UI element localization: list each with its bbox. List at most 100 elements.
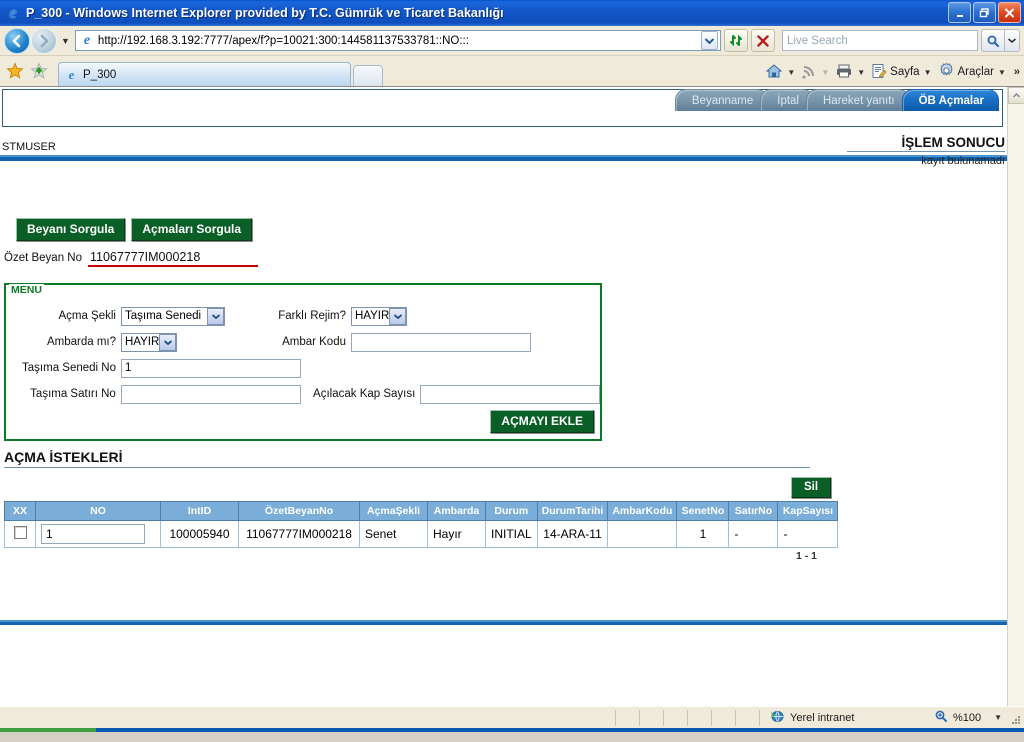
tools-menu-button[interactable]: Araçlar ▼ — [938, 62, 1006, 82]
tab-hareket-yaniti[interactable]: Hareket yanıtı — [806, 89, 910, 111]
search-placeholder: Live Search — [787, 34, 848, 47]
acma-sekli-select[interactable]: Taşıma Senedi — [121, 306, 225, 326]
col-ambarkodu[interactable]: AmbarKodu — [607, 501, 678, 521]
stop-button[interactable] — [751, 29, 775, 52]
menu-row-3: Taşıma Senedi No 1 — [6, 355, 600, 381]
resize-grip[interactable] — [1010, 714, 1022, 726]
chevron-down-icon[interactable] — [389, 307, 406, 325]
page-menu-button[interactable]: Sayfa ▼ — [871, 63, 932, 82]
col-kapsayisi[interactable]: KapSayısı — [777, 501, 839, 521]
scrollbar-track[interactable] — [1008, 104, 1024, 706]
menu-row-2: Ambarda mı? HAYIR Ambar Kodu — [6, 329, 600, 355]
zoom-caret-icon[interactable]: ▼ — [994, 713, 1002, 722]
tasima-satiri-no-input[interactable] — [120, 384, 301, 404]
delete-button-wrap: Sil — [791, 477, 832, 498]
home-button[interactable]: ▼ — [765, 63, 795, 82]
requests-section-title: AÇMA İSTEKLERİ — [4, 449, 810, 468]
browser-tab-label: P_300 — [83, 68, 117, 81]
browser-tab-p300[interactable]: e P_300 — [58, 62, 351, 86]
address-input[interactable]: e http://192.168.3.192:7777/apex/f?p=100… — [74, 30, 721, 51]
row-durumtarihi: 14-ARA-11 — [536, 520, 609, 548]
acma-sekli-label: Açma Şekli — [58, 310, 116, 322]
forward-button[interactable] — [31, 27, 57, 54]
summary-declaration-label: Özet Beyan No — [4, 252, 82, 264]
col-acmasekli[interactable]: AçmaŞekli — [359, 501, 428, 521]
window-controls — [948, 2, 1021, 23]
farkli-rejim-value: HAYIR — [355, 310, 390, 322]
search-input[interactable]: Live Search — [782, 30, 978, 51]
page-menu-label: Sayfa — [890, 66, 920, 78]
query-openings-button[interactable]: Açmaları Sorgula — [131, 218, 253, 241]
add-opening-button[interactable]: AÇMAYI EKLE — [490, 410, 594, 433]
summary-declaration-input[interactable]: 11067777IM000218 — [87, 250, 258, 267]
delete-button[interactable]: Sil — [791, 477, 832, 498]
print-button[interactable]: ▼ — [835, 63, 865, 82]
security-zone-label: Yerel intranet — [790, 711, 855, 724]
command-bar-overflow-button[interactable]: » — [1014, 66, 1020, 78]
page-menu-caret-icon[interactable]: ▼ — [924, 68, 932, 77]
row-no-cell: 1 — [35, 520, 161, 548]
row-intid: 100005940 — [160, 520, 239, 548]
tab-beyanname-label: Beyanname — [691, 94, 754, 107]
farkli-rejim-label: Farklı Rejim? — [278, 310, 346, 322]
history-dropdown-icon[interactable]: ▼ — [61, 36, 70, 46]
scroll-up-button[interactable] — [1008, 87, 1024, 104]
restore-button[interactable] — [973, 2, 996, 23]
security-zone[interactable]: Yerel intranet — [770, 709, 854, 726]
col-durum[interactable]: Durum — [485, 501, 538, 521]
col-intid[interactable]: IntID — [160, 501, 239, 521]
chevron-down-icon[interactable] — [159, 333, 176, 351]
back-button[interactable] — [4, 27, 30, 54]
col-ambarda[interactable]: Ambarda — [427, 501, 486, 521]
print-caret-icon[interactable]: ▼ — [857, 68, 865, 77]
tools-menu-label: Araçlar — [957, 66, 994, 78]
intranet-icon — [770, 709, 785, 726]
acilacak-kap-sayisi-label: Açılacak Kap Sayısı — [313, 388, 416, 400]
printer-icon — [835, 63, 853, 82]
col-satirno[interactable]: SatırNo — [728, 501, 779, 521]
command-bar: ▼ ▼ ▼ Sayfa ▼ Araçlar ▼ » — [759, 62, 1020, 86]
row-no-input[interactable]: 1 — [41, 524, 145, 544]
minimize-button[interactable] — [948, 2, 971, 23]
tools-menu-caret-icon[interactable]: ▼ — [998, 68, 1006, 77]
page-scrollbar[interactable] — [1007, 87, 1024, 706]
window-title: P_300 - Windows Internet Explorer provid… — [26, 6, 504, 20]
gear-icon — [938, 62, 955, 82]
address-dropdown-icon[interactable] — [701, 31, 718, 50]
zoom-control[interactable]: %100 ▼ — [934, 709, 1002, 726]
row-ambarkodu — [607, 520, 678, 548]
ambar-kodu-input[interactable] — [351, 332, 531, 352]
address-bar: ▼ e http://192.168.3.192:7777/apex/f?p=1… — [0, 26, 1024, 56]
feeds-caret-icon: ▼ — [821, 67, 830, 77]
new-tab-button[interactable] — [353, 65, 383, 86]
tab-ob-acmalar[interactable]: ÖB Açmalar — [901, 89, 999, 111]
tasima-senedi-no-input[interactable]: 1 — [121, 358, 301, 378]
search-button[interactable] — [981, 29, 1005, 52]
home-caret-icon[interactable]: ▼ — [787, 68, 795, 77]
status-cell-2 — [640, 709, 664, 726]
chevron-down-icon[interactable] — [207, 307, 224, 325]
tab-beyanname[interactable]: Beyanname — [674, 89, 769, 111]
search-provider-dropdown-icon[interactable] — [1005, 29, 1020, 52]
col-ozetbeyanno[interactable]: ÖzetBeyanNo — [238, 501, 360, 521]
row-checkbox[interactable] — [13, 526, 27, 539]
col-xx[interactable]: XX — [4, 501, 36, 521]
refresh-button[interactable] — [724, 29, 748, 52]
feeds-button[interactable]: ▼ — [801, 63, 829, 82]
status-cell-6 — [736, 709, 760, 726]
row-kapsayisi: - — [777, 520, 839, 548]
col-no[interactable]: NO — [35, 501, 161, 521]
page-favicon-icon: e — [83, 32, 91, 48]
result-panel-message: kayıt bulunamadı — [921, 155, 1005, 167]
favorites-star-icon[interactable] — [6, 62, 26, 82]
col-durumtarihi[interactable]: DurumTarihi — [536, 501, 609, 521]
home-icon — [765, 63, 783, 82]
col-senetno[interactable]: SenetNo — [676, 501, 730, 521]
query-declaration-button[interactable]: Beyanı Sorgula — [16, 218, 126, 241]
farkli-rejim-select[interactable]: HAYIR — [351, 306, 407, 326]
menu-row-1: Açma Şekli Taşıma Senedi Farklı Rejim? H… — [6, 303, 600, 329]
add-favorite-icon[interactable] — [30, 62, 50, 82]
acilacak-kap-sayisi-input[interactable] — [420, 384, 601, 404]
close-button[interactable] — [998, 2, 1021, 23]
ambarda-mi-select[interactable]: HAYIR — [121, 332, 177, 352]
